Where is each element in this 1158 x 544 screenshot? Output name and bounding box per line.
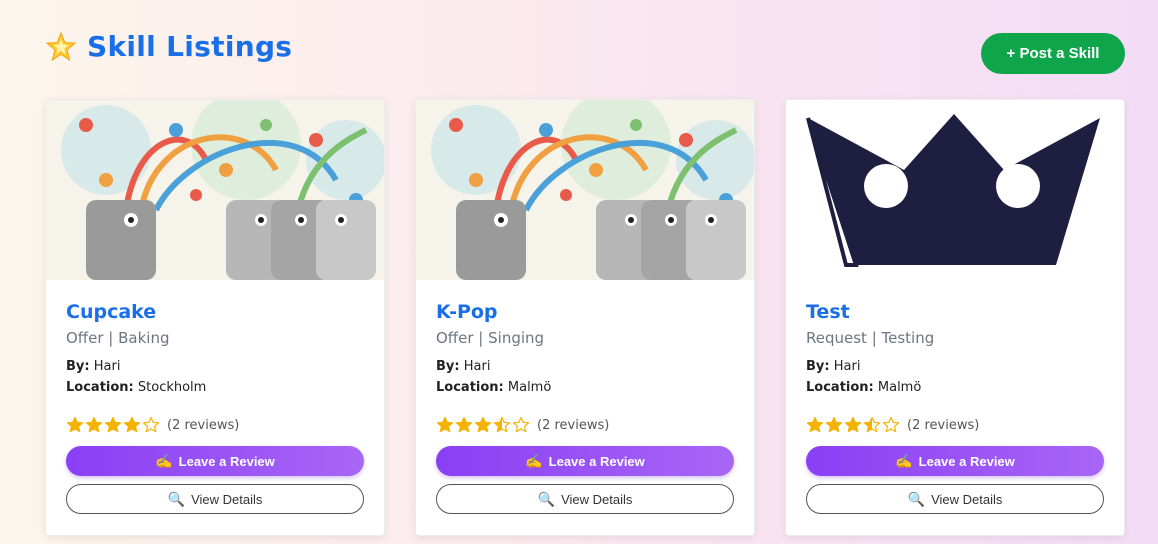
listing-title[interactable]: Test — [806, 300, 1104, 324]
listing-image — [416, 100, 754, 280]
star-full-icon — [825, 416, 843, 433]
listing-card: K-Pop Offer | Singing By: Hari Location:… — [415, 99, 755, 536]
writing-hand-icon: ✍️ — [155, 453, 173, 469]
listing-type-category: Offer | Singing — [436, 329, 545, 347]
listing-author: By: Hari — [436, 359, 491, 374]
star-rating — [806, 416, 900, 434]
review-count: (2 reviews) — [907, 417, 980, 433]
post-skill-button[interactable]: + Post a Skill — [981, 33, 1125, 74]
writing-hand-icon: ✍️ — [895, 453, 913, 469]
leave-review-button[interactable]: ✍️ Leave a Review — [66, 446, 364, 476]
star-full-icon — [85, 416, 103, 433]
leave-review-button[interactable]: ✍️ Leave a Review — [436, 446, 734, 476]
magnifier-icon: 🔍 — [907, 491, 926, 507]
listing-type-category: Offer | Baking — [66, 329, 170, 347]
rating: (2 reviews) — [806, 416, 1104, 434]
star-full-icon — [436, 416, 454, 433]
listing-type-category: Request | Testing — [806, 329, 935, 347]
star-empty-icon — [882, 416, 900, 433]
listing-author: By: Hari — [66, 359, 121, 374]
star-full-icon — [474, 416, 492, 433]
listing-author: By: Hari — [806, 359, 861, 374]
star-empty-icon — [142, 416, 160, 433]
listing-title[interactable]: Cupcake — [66, 300, 364, 324]
rating: (2 reviews) — [66, 416, 364, 434]
listing-card: Test Request | Testing By: Hari Location… — [785, 99, 1125, 536]
review-count: (2 reviews) — [537, 417, 610, 433]
star-empty-icon — [512, 416, 530, 433]
star-full-icon — [123, 416, 141, 433]
star-full-icon — [66, 416, 84, 433]
star-half-icon — [863, 416, 881, 433]
listing-title[interactable]: K-Pop — [436, 300, 734, 324]
listing-location: Location: Stockholm — [66, 380, 207, 395]
listing-location: Location: Malmö — [806, 380, 922, 395]
review-count: (2 reviews) — [167, 417, 240, 433]
star-rating — [66, 416, 160, 434]
listing-card: Cupcake Offer | Baking By: Hari Location… — [45, 99, 385, 536]
crown-logo-icon — [786, 100, 1124, 280]
star-full-icon — [806, 416, 824, 433]
star-half-icon — [493, 416, 511, 433]
star-full-icon — [455, 416, 473, 433]
page-header: Skill Listings — [45, 30, 292, 63]
star-rating — [436, 416, 530, 434]
star-icon — [45, 31, 77, 61]
view-details-button[interactable]: 🔍 View Details — [806, 484, 1104, 514]
listing-location: Location: Malmö — [436, 380, 552, 395]
rating: (2 reviews) — [436, 416, 734, 434]
view-details-button[interactable]: 🔍 View Details — [66, 484, 364, 514]
magnifier-icon: 🔍 — [537, 491, 556, 507]
page-title: Skill Listings — [87, 30, 293, 63]
view-details-button[interactable]: 🔍 View Details — [436, 484, 734, 514]
magnifier-icon: 🔍 — [167, 491, 186, 507]
leave-review-button[interactable]: ✍️ Leave a Review — [806, 446, 1104, 476]
star-full-icon — [104, 416, 122, 433]
listing-image — [46, 100, 384, 280]
writing-hand-icon: ✍️ — [525, 453, 543, 469]
listing-image — [786, 100, 1124, 280]
star-full-icon — [844, 416, 862, 433]
